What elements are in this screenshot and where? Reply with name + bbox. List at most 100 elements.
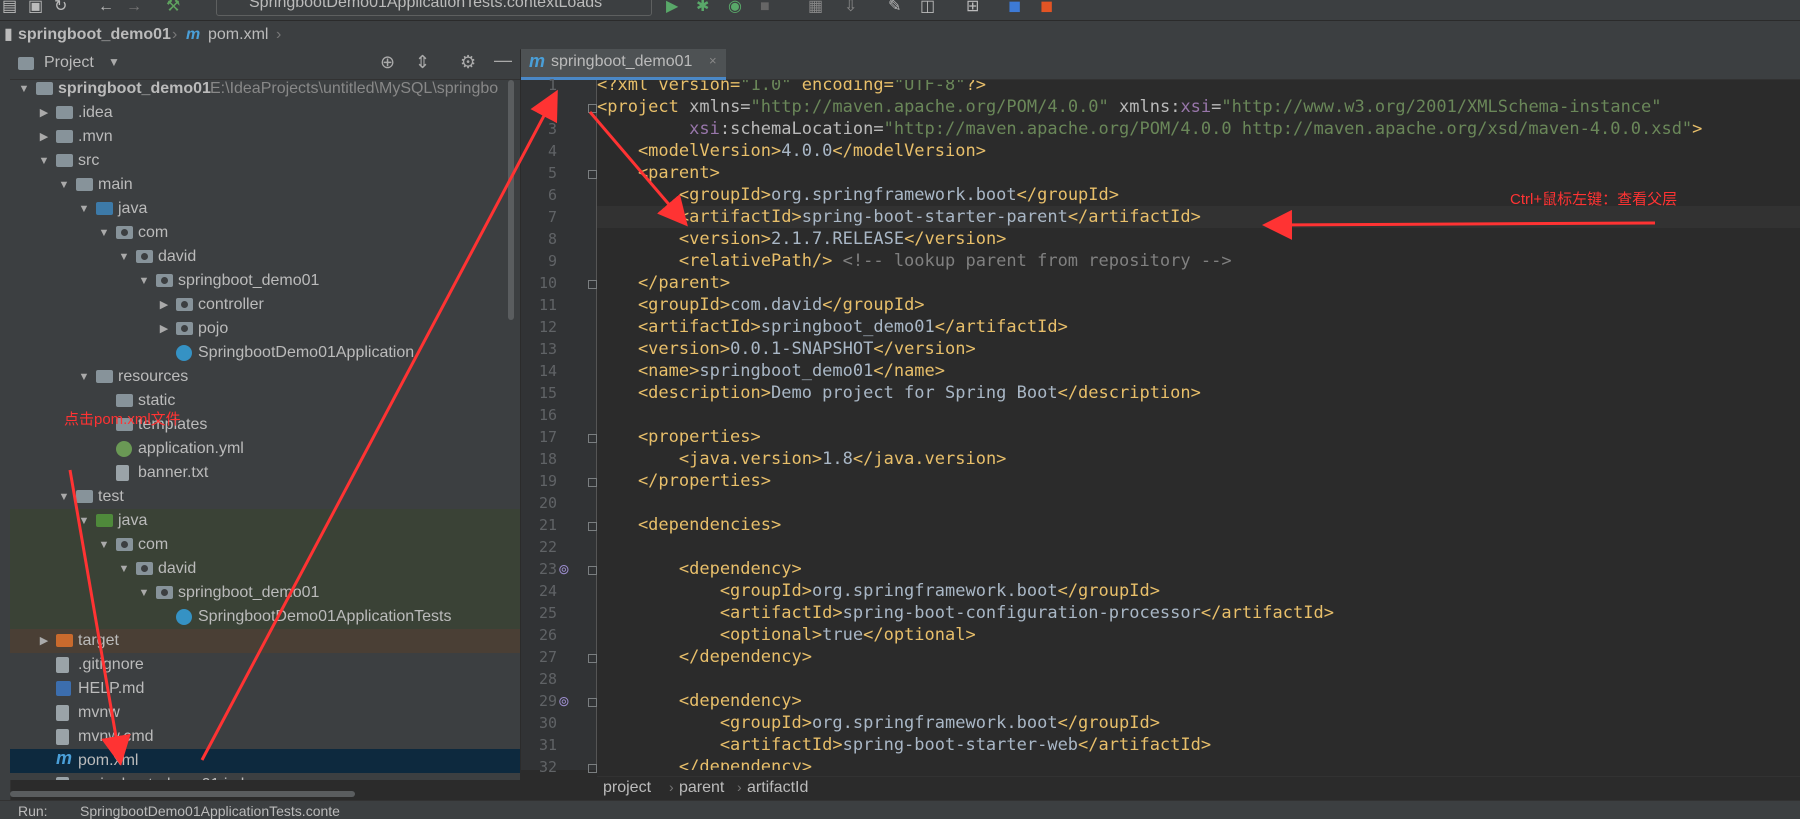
breadcrumb-project[interactable]: springboot_demo01 [18, 24, 171, 46]
expand-arrow-icon[interactable]: ▼ [98, 533, 110, 557]
sync-icon[interactable]: ↻ [54, 0, 67, 18]
tree-item[interactable]: ▼ com [10, 221, 520, 245]
expand-arrow-icon[interactable]: ▼ [118, 245, 130, 269]
structure-icon[interactable]: ◫ [920, 0, 935, 18]
code-token: <modelVersion> [597, 141, 782, 161]
expand-arrow-icon[interactable]: ▼ [78, 509, 90, 533]
fold-marker-icon[interactable] [588, 566, 597, 575]
fold-marker-icon[interactable] [588, 478, 597, 487]
tree-item[interactable]: ▼ com [10, 533, 520, 557]
gear-icon[interactable]: ⚙ [460, 52, 476, 73]
expand-arrow-icon[interactable]: ▼ [138, 581, 150, 605]
run-tab[interactable]: SpringbootDemo01ApplicationTests.conte [80, 803, 340, 819]
expand-arrow-icon[interactable]: ▼ [38, 149, 50, 173]
tree-horizontal-scrollbar[interactable] [10, 791, 355, 797]
tree-item[interactable]: ▶ pojo [10, 317, 520, 341]
expand-arrow-icon[interactable]: ▼ [98, 221, 110, 245]
tree-item[interactable]: ▼ resources [10, 365, 520, 389]
collapse-arrow-icon[interactable]: ▶ [38, 101, 50, 125]
tree-item[interactable]: SpringbootDemo01ApplicationTests [10, 605, 520, 629]
tree-item[interactable]: SpringbootDemo01Application [10, 341, 520, 365]
expand-arrow-icon[interactable]: ▼ [58, 173, 70, 197]
expand-arrow-icon[interactable]: ▼ [78, 365, 90, 389]
tree-scrollbar[interactable] [508, 80, 514, 320]
run-icon[interactable]: ▶ [666, 0, 678, 18]
collapse-arrow-icon[interactable]: ▶ [38, 125, 50, 149]
tree-item[interactable]: ▼ src [10, 149, 520, 173]
minimize-icon[interactable]: — [494, 50, 512, 71]
code-line: <version>2.1.7.RELEASE</version> [597, 228, 1007, 250]
open-icon[interactable]: ▤ [2, 0, 17, 18]
code-token: "UTF-8" [893, 80, 966, 95]
code-line: <groupId>org.springframework.boot</group… [597, 580, 1160, 602]
fold-marker-icon[interactable] [588, 280, 597, 289]
tree-item[interactable]: ▼ main [10, 173, 520, 197]
expand-arrow-icon[interactable]: ▼ [118, 557, 130, 581]
collapse-arrow-icon[interactable]: ▶ [158, 293, 170, 317]
tree-item[interactable]: mvnw [10, 701, 520, 725]
code-token: <dependencies> [597, 515, 782, 535]
collapse-all-icon[interactable]: ⇕ [415, 52, 430, 73]
build-icon[interactable]: ⚒ [166, 0, 180, 18]
locate-icon[interactable]: ⊕ [380, 52, 395, 73]
collapse-arrow-icon[interactable]: ▶ [38, 629, 50, 653]
fold-marker-icon[interactable] [588, 434, 597, 443]
fold-marker-icon[interactable] [588, 654, 597, 663]
outlook-icon[interactable]: ◼ [1008, 0, 1021, 18]
back-icon[interactable]: ← [98, 0, 114, 18]
tree-item[interactable]: ▼ java [10, 197, 520, 221]
tree-item[interactable]: ▼ david [10, 557, 520, 581]
project-panel-title[interactable]: Project [44, 54, 94, 72]
expand-arrow-icon[interactable]: ▼ [18, 80, 30, 101]
crumb-artifactid[interactable]: artifactId [747, 779, 808, 797]
sdk-icon[interactable]: ⊞ [966, 0, 979, 18]
crumb-project[interactable]: project [603, 779, 651, 797]
tree-item[interactable]: ▶ .mvn [10, 125, 520, 149]
file-icon [56, 657, 69, 673]
fold-marker-icon[interactable] [588, 522, 597, 531]
fold-marker-icon[interactable] [588, 764, 597, 773]
expand-arrow-icon[interactable]: ▼ [58, 485, 70, 509]
tree-item[interactable]: ▼ test [10, 485, 520, 509]
run-configuration-select[interactable]: SpringbootDemo01ApplicationTests.context… [216, 0, 652, 16]
office-icon[interactable]: ◼ [1040, 0, 1053, 18]
coverage-icon[interactable]: ◉ [728, 0, 742, 18]
tree-item[interactable]: application.yml [10, 437, 520, 461]
download-icon[interactable]: ⇩ [844, 0, 857, 18]
tree-item[interactable]: HELP.md [10, 677, 520, 701]
expand-arrow-icon[interactable]: ▼ [138, 269, 150, 293]
crumb-parent[interactable]: parent [679, 779, 724, 797]
tree-item[interactable]: .gitignore [10, 653, 520, 677]
srcfolder-icon [96, 202, 113, 215]
tree-item[interactable]: springboot_demo01.iml [10, 773, 520, 780]
tree-item[interactable]: ▼ springboot_demo01 E:\IdeaProjects\untitl… [10, 80, 520, 101]
dependency-gutter-icon[interactable]: ⊚ [558, 561, 570, 578]
debug-icon[interactable]: ✱ [696, 0, 709, 18]
code-editor[interactable]: <?xml version="1.0" encoding="UTF-8"?> <p… [597, 80, 1800, 770]
tree-item[interactable]: ▼ java [10, 509, 520, 533]
dependency-gutter-icon[interactable]: ⊚ [558, 693, 570, 710]
breadcrumb-file[interactable]: pom.xml [208, 24, 268, 46]
save-icon[interactable]: ▣ [28, 0, 43, 18]
forward-icon[interactable]: → [126, 0, 142, 18]
fold-marker-icon[interactable] [588, 170, 597, 179]
tree-item[interactable]: banner.txt [10, 461, 520, 485]
tree-item[interactable]: ▼ springboot_demo01 [10, 269, 520, 293]
tree-item[interactable]: ▼ springboot_demo01 [10, 581, 520, 605]
tree-item[interactable]: m pom.xml [10, 748, 520, 773]
fold-marker-icon[interactable] [588, 104, 597, 113]
chevron-down-icon[interactable]: ▼ [108, 55, 120, 69]
tree-item[interactable]: ▶ controller [10, 293, 520, 317]
stop-icon[interactable]: ■ [760, 0, 770, 18]
tree-item[interactable]: mvnw.cmd [10, 725, 520, 749]
attach-icon[interactable]: ▦ [808, 0, 823, 18]
collapse-arrow-icon[interactable]: ▶ [158, 317, 170, 341]
tree-item[interactable]: ▶ .idea [10, 101, 520, 125]
tree-item[interactable]: ▼ david [10, 245, 520, 269]
expand-arrow-icon[interactable]: ▼ [78, 197, 90, 221]
tree-item[interactable]: ▶ target [10, 629, 520, 653]
wrench-icon[interactable]: ✎ [888, 0, 901, 18]
fold-marker-icon[interactable] [588, 698, 597, 707]
code-token: <dependency> [597, 691, 802, 711]
close-icon[interactable]: × [709, 53, 717, 68]
